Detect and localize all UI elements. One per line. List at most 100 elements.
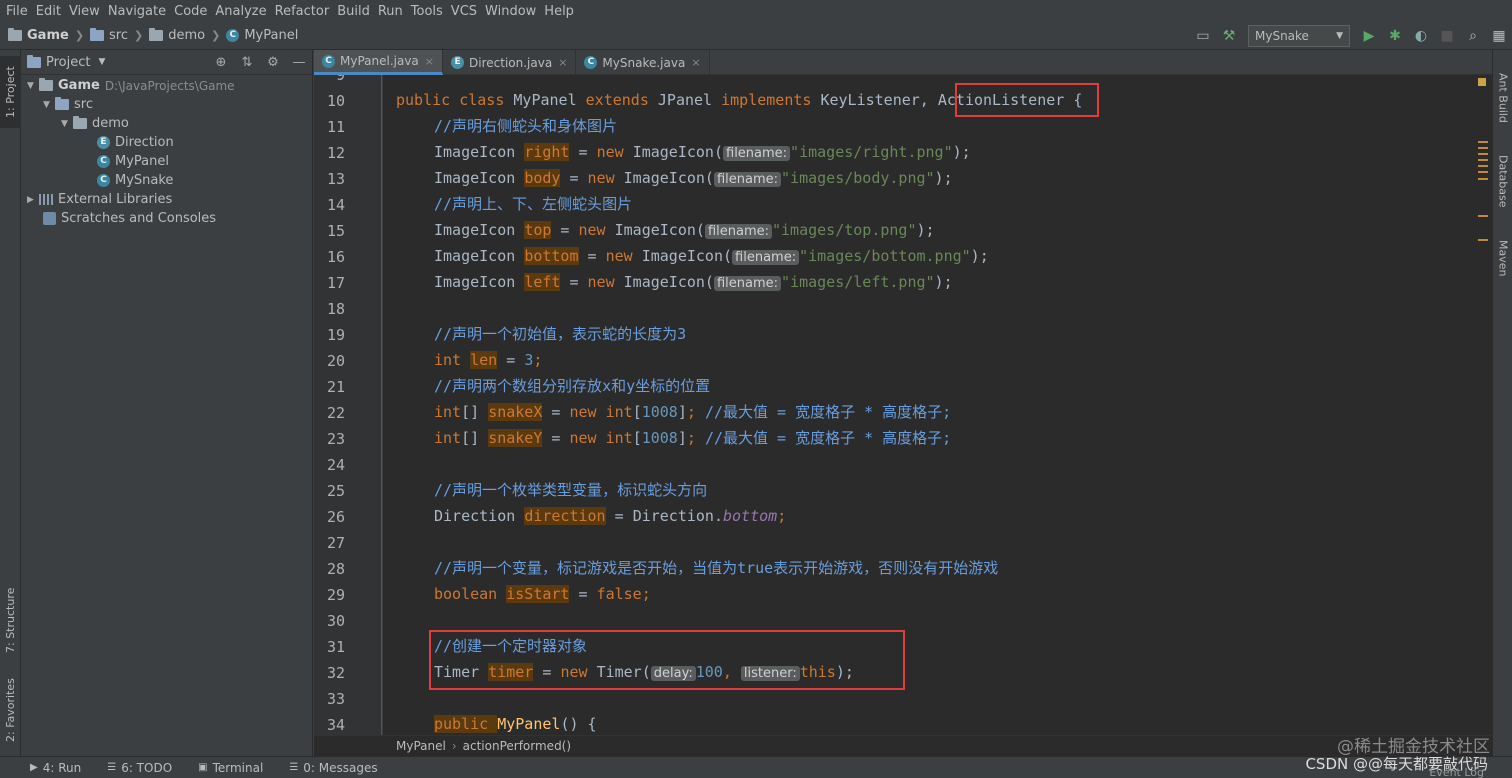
run-icon[interactable]: ▶ — [1358, 25, 1380, 47]
breadcrumb-src[interactable]: src ❯ — [90, 28, 149, 43]
usage-marker — [1478, 171, 1488, 173]
tab-direction[interactable]: E Direction.java × — [443, 50, 577, 75]
close-icon[interactable]: × — [691, 56, 700, 69]
search-icon[interactable]: ⌕ — [1462, 25, 1484, 47]
line-number: 33 — [326, 690, 345, 708]
code-line-21: //声明两个数组分别存放x和y坐标的位置 — [434, 377, 711, 395]
tree-item-label: src — [74, 97, 93, 112]
menu-refactor[interactable]: Refactor — [273, 4, 336, 19]
tree-item-src[interactable]: ▼ src — [43, 95, 93, 114]
tool-tab-todo[interactable]: ☰ 6: TODO — [107, 761, 172, 775]
expand-arrow-icon[interactable]: ▼ — [61, 119, 73, 129]
class-icon: C — [226, 29, 240, 42]
code-token: public — [434, 715, 498, 733]
code-line-20: int len = 3; — [434, 347, 542, 373]
minimize-icon[interactable]: — — [286, 55, 312, 70]
breadcrumb-file[interactable]: C MyPanel — [226, 28, 298, 43]
tree-item-label: demo — [92, 116, 129, 131]
tree-item-mypanel[interactable]: C MyPanel — [97, 152, 169, 171]
menu-navigate[interactable]: Navigate — [106, 4, 172, 19]
line-number: 32 — [326, 664, 345, 682]
editor-breadcrumb-method[interactable]: actionPerformed() — [463, 739, 571, 753]
build-hammer-icon[interactable]: ⚒ — [1218, 25, 1240, 47]
close-icon[interactable]: × — [558, 56, 567, 69]
code-token: [ — [632, 429, 642, 447]
menu-run[interactable]: Run — [376, 4, 409, 19]
code-token: ; — [641, 585, 651, 603]
fold-marker-icon[interactable]: ⊖ — [380, 716, 381, 727]
tool-tab-favorites[interactable]: 2: Favorites — [0, 670, 21, 750]
window-layout-icon[interactable]: ▭ — [1192, 25, 1214, 47]
menu-edit[interactable]: Edit — [34, 4, 67, 19]
class-icon: C — [97, 174, 110, 187]
stop-icon[interactable]: ■ — [1436, 25, 1458, 47]
code-line-13: ImageIcon body = new ImageIcon(filename:… — [434, 165, 953, 191]
menu-code[interactable]: Code — [172, 4, 213, 19]
code-token: [] — [461, 429, 489, 447]
line-number: 27 — [326, 534, 345, 552]
tree-item-external-libraries[interactable]: ▶ External Libraries — [27, 190, 172, 209]
messages-icon: ☰ — [289, 762, 299, 773]
tool-tab-run[interactable]: ▶ 4: Run — [30, 761, 81, 775]
run-configuration-select[interactable]: MySnake ▼ — [1248, 25, 1350, 47]
debug-icon[interactable]: ✱ — [1384, 25, 1406, 47]
line-number: 18 — [326, 300, 345, 318]
line-number: 19 — [326, 326, 345, 344]
editor-breadcrumb-class[interactable]: MyPanel — [396, 739, 446, 753]
tool-tab-terminal[interactable]: ▣ Terminal — [198, 761, 263, 775]
project-view-select[interactable]: Project ▼ — [27, 54, 105, 70]
tool-tab-messages[interactable]: ☰ 0: Messages — [289, 761, 377, 775]
tool-tab-structure[interactable]: 7: Structure — [0, 575, 21, 665]
tab-mysnake[interactable]: C MySnake.java × — [576, 50, 710, 75]
breadcrumb: Game ❯ src ❯ demo ❯ C MyPanel — [0, 28, 298, 43]
tree-item-demo[interactable]: ▼ demo — [61, 114, 129, 133]
tab-label: MyPanel.java — [340, 54, 419, 68]
locate-icon[interactable]: ⊕ — [208, 55, 234, 70]
code-line-11: //声明右侧蛇头和身体图片 — [434, 117, 618, 135]
coverage-icon[interactable]: ◐ — [1410, 25, 1432, 47]
tree-item-scratches[interactable]: Scratches and Consoles — [43, 209, 216, 228]
code-token: public class — [396, 91, 514, 109]
tree-item-mysnake[interactable]: C MySnake — [97, 171, 173, 190]
tool-tab-maven[interactable]: Maven — [1493, 230, 1512, 286]
tool-tab-database[interactable]: Database — [1493, 146, 1512, 216]
expand-arrow-icon[interactable]: ▼ — [43, 100, 55, 110]
run-icon: ▶ — [30, 762, 38, 773]
expand-arrow-icon[interactable]: ▼ — [27, 81, 39, 91]
code-token: = — [542, 429, 570, 447]
breadcrumb-package[interactable]: demo ❯ — [149, 28, 226, 43]
event-log-button[interactable]: Event Log — [1429, 766, 1484, 778]
code-token: ImageIcon — [434, 247, 525, 265]
code-token: boolean — [434, 585, 507, 603]
code-token: = — [542, 403, 570, 421]
menu-tools[interactable]: Tools — [409, 4, 449, 19]
tree-item-direction[interactable]: E Direction — [97, 133, 174, 152]
collapse-icon[interactable]: ⇅ — [234, 55, 260, 70]
code-editor[interactable]: public class MyPanel extends JPanel impl… — [383, 75, 1475, 735]
collapse-arrow-icon[interactable]: ▶ — [27, 195, 39, 205]
editor-scrollbar[interactable] — [1475, 75, 1492, 735]
editor-tabs: C MyPanel.java × E Direction.java × C My… — [314, 50, 1492, 75]
code-token: ); — [934, 169, 953, 187]
line-number: 11 — [326, 118, 345, 136]
grid-icon[interactable]: ▦ — [1488, 25, 1510, 47]
tool-tab-project[interactable]: 1: Project — [0, 56, 21, 128]
menu-window[interactable]: Window — [483, 4, 542, 19]
menu-analyze[interactable]: Analyze — [213, 4, 272, 19]
menu-file[interactable]: File — [4, 4, 34, 19]
code-token: //最大值 = 宽度格子 * 高度格子; — [704, 429, 952, 447]
tab-mypanel[interactable]: C MyPanel.java × — [314, 50, 444, 75]
line-number: 15 — [326, 222, 345, 240]
project-icon — [27, 54, 41, 68]
line-number: 31 — [326, 638, 345, 656]
gear-icon[interactable]: ⚙ — [260, 55, 286, 70]
tool-tab-ant-build[interactable]: Ant Build — [1493, 58, 1512, 138]
breadcrumb-project[interactable]: Game ❯ — [8, 28, 90, 43]
close-icon[interactable]: × — [425, 55, 434, 68]
menu-vcs[interactable]: VCS — [449, 4, 483, 19]
menu-help[interactable]: Help — [542, 4, 580, 19]
line-number: 17 — [326, 274, 345, 292]
menu-build[interactable]: Build — [335, 4, 376, 19]
tree-item-game[interactable]: ▼ Game D:\JavaProjects\Game — [27, 76, 235, 95]
menu-view[interactable]: View — [67, 4, 106, 19]
